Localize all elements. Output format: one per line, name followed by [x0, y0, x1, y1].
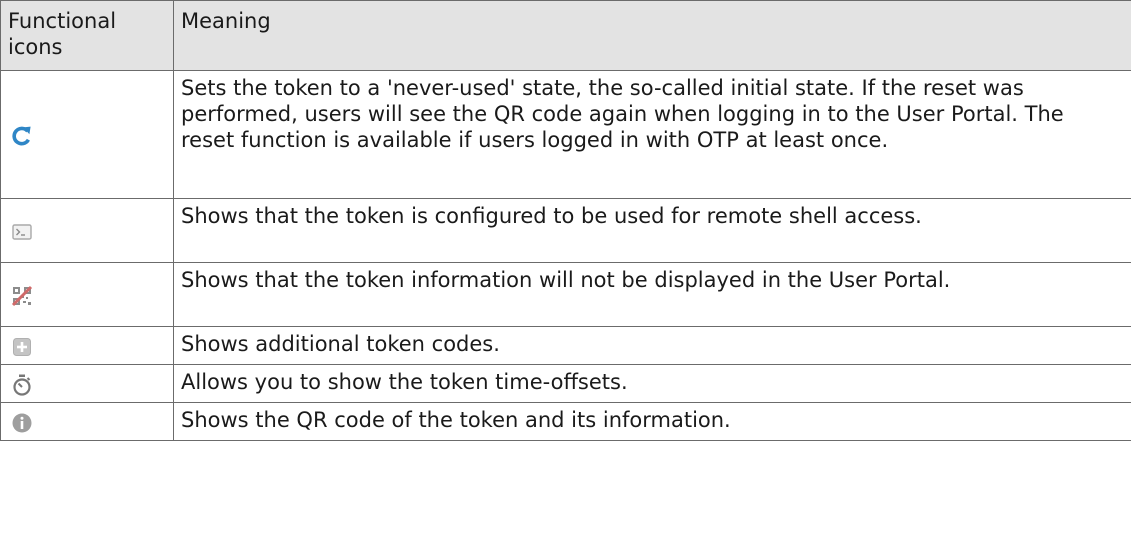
stopwatch-icon	[10, 373, 34, 397]
functional-icons-table: Functional icons Meaning Sets the token …	[0, 0, 1131, 441]
table-row: Allows you to show the token time-offset…	[0, 364, 1131, 403]
meaning-cell: Shows that the token information will no…	[173, 262, 1131, 327]
reset-icon	[10, 124, 34, 148]
info-icon	[10, 411, 34, 435]
icon-cell	[0, 402, 174, 441]
meaning-cell: Shows additional token codes.	[173, 326, 1131, 365]
qr-hidden-icon	[10, 284, 34, 308]
shell-icon	[10, 220, 34, 244]
meaning-cell: Allows you to show the token time-offset…	[173, 364, 1131, 403]
table-row: Shows the QR code of the token and its i…	[0, 402, 1131, 441]
header-meaning: Meaning	[173, 0, 1131, 71]
table-row: Shows that the token is configured to be…	[0, 198, 1131, 263]
table-row: Shows that the token information will no…	[0, 262, 1131, 327]
header-row: Functional icons Meaning	[0, 0, 1131, 71]
icon-cell	[0, 70, 174, 199]
header-functional-icons: Functional icons	[0, 0, 174, 71]
icon-cell	[0, 326, 174, 365]
table-row: Shows additional token codes.	[0, 326, 1131, 365]
add-icon	[10, 335, 34, 359]
meaning-cell: Sets the token to a 'never-used' state, …	[173, 70, 1131, 199]
meaning-cell: Shows the QR code of the token and its i…	[173, 402, 1131, 441]
icon-cell	[0, 364, 174, 403]
icon-cell	[0, 198, 174, 263]
meaning-cell: Shows that the token is configured to be…	[173, 198, 1131, 263]
table-row: Sets the token to a 'never-used' state, …	[0, 70, 1131, 199]
icon-cell	[0, 262, 174, 327]
